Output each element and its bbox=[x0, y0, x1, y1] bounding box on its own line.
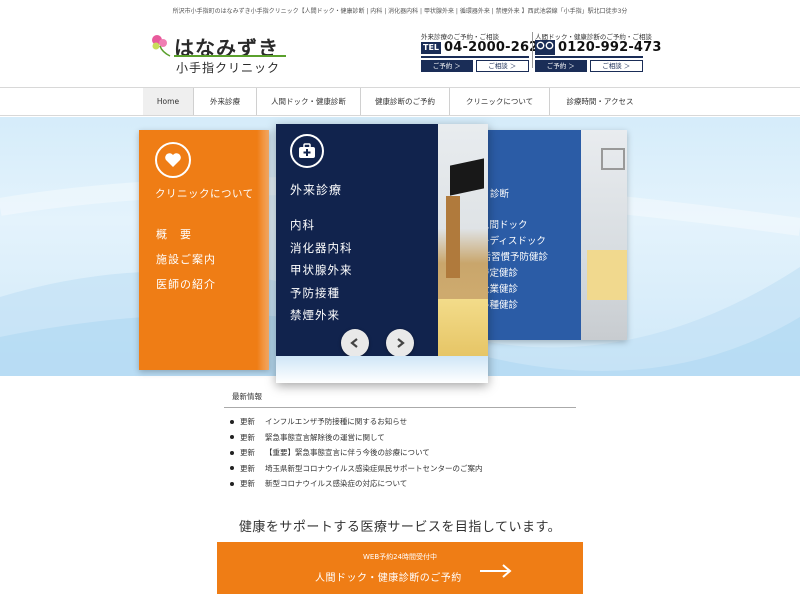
news-link[interactable]: インフルエンザ予防接種に関するお知らせ bbox=[265, 416, 407, 427]
logo-underline bbox=[174, 55, 286, 57]
news-tag: 更新 bbox=[240, 463, 255, 473]
news-link[interactable]: 【重要】緊急事態宣言に伴う今後の診療について bbox=[265, 447, 430, 458]
news-heading: 最新情報 bbox=[224, 388, 576, 408]
web-reservation-label: 人間ドック・健康診断のご予約 bbox=[315, 573, 462, 584]
checkup-phone-number[interactable]: 0120-992-473 bbox=[558, 40, 662, 55]
bullet-icon bbox=[230, 481, 234, 486]
news-item[interactable]: 更新 新型コロナウイルス感染症の対応について bbox=[224, 476, 576, 492]
nav-item-outpatient[interactable]: 外来診療 bbox=[194, 88, 257, 115]
medical-bag-icon bbox=[290, 134, 324, 168]
chevron-left-icon bbox=[350, 338, 358, 348]
slide-outpatient[interactable]: 外来診療 内科 消化器内科 甲状腺外来 予防接種 禁煙外来 bbox=[276, 124, 488, 383]
nav-item-home[interactable]: Home bbox=[143, 88, 194, 115]
outpatient-contact: 外来診療のご予約・ご相談 TEL 04-2000-2621 ご予約 ＞ ご相談 … bbox=[421, 31, 547, 72]
checkup-item[interactable]: 人間ドック bbox=[484, 217, 580, 233]
dept-smoking-cessation-link[interactable]: 禁煙外来 bbox=[290, 307, 353, 330]
slide-clinic-info-title: クリニックについて bbox=[155, 188, 254, 200]
checkup-room-photo bbox=[581, 130, 627, 340]
heart-icon bbox=[155, 142, 191, 178]
checkup-contact: 人間ドック・健康診断のご予約・ご相談 0120-992-473 ご予約 ＞ ご相… bbox=[535, 31, 661, 72]
news-link[interactable]: 緊急事態宣言解除後の運営に関して bbox=[265, 432, 385, 443]
slide-checkup[interactable]: 診断 人間ドック レディスドック 生活習慣予防健診 特定健診 企業健診 各種健診 bbox=[484, 130, 627, 340]
clinic-overview-link[interactable]: 概 要 bbox=[156, 226, 216, 251]
bullet-icon bbox=[230, 450, 234, 455]
slide-checkup-title: 診断 bbox=[490, 189, 510, 200]
bullet-icon bbox=[230, 419, 234, 424]
logo-name-sub: 小手指クリニック bbox=[176, 61, 281, 75]
checkup-item[interactable]: 特定健診 bbox=[484, 265, 580, 281]
bullet-icon bbox=[230, 466, 234, 471]
carousel-prev-button[interactable] bbox=[341, 329, 369, 357]
carousel-next-button[interactable] bbox=[386, 329, 414, 357]
slide-outpatient-title: 外来診療 bbox=[290, 183, 343, 197]
slide-clinic-info[interactable]: クリニックについて 概 要 施設ご案内 医師の紹介 bbox=[139, 130, 269, 370]
dept-thyroid-link[interactable]: 甲状腺外来 bbox=[290, 262, 353, 285]
freedial-badge-icon bbox=[535, 40, 555, 55]
panel-fade bbox=[257, 130, 269, 370]
contact-separator bbox=[532, 32, 533, 68]
arrow-right-icon bbox=[480, 564, 512, 578]
news-item[interactable]: 更新 【重要】緊急事態宣言に伴う今後の診療について bbox=[224, 445, 576, 461]
nav-item-hours-access[interactable]: 診療時間・アクセス bbox=[550, 88, 650, 115]
news-item[interactable]: 更新 インフルエンザ予防接種に関するお知らせ bbox=[224, 414, 576, 430]
chevron-right-icon bbox=[397, 338, 405, 348]
checkup-reserve-button[interactable]: ご予約 ＞ bbox=[535, 60, 587, 72]
doctor-intro-link[interactable]: 医師の紹介 bbox=[156, 276, 216, 301]
web-reservation-note: WEB予約24時間受付中 bbox=[362, 553, 438, 561]
contact-divider bbox=[535, 56, 643, 58]
news-section: 最新情報 更新 インフルエンザ予防接種に関するお知らせ 更新 緊急事態宣言解除後の運… bbox=[224, 388, 576, 492]
news-link[interactable]: 新型コロナウイルス感染症の対応について bbox=[265, 478, 407, 489]
news-link[interactable]: 埼玉県新型コロナウイルス感染症県民サポートセンターのご案内 bbox=[265, 463, 483, 474]
nav-item-reservation[interactable]: 健康診断のご予約 bbox=[361, 88, 450, 115]
checkup-item[interactable]: 生活習慣予防健診 bbox=[484, 249, 580, 265]
news-item[interactable]: 更新 埼玉県新型コロナウイルス感染症県民サポートセンターのご案内 bbox=[224, 461, 576, 477]
tel-badge-icon: TEL bbox=[421, 41, 442, 54]
site-logo[interactable]: はなみずき 小手指クリニック bbox=[148, 28, 288, 75]
news-tag: 更新 bbox=[240, 432, 255, 442]
panel-reflection bbox=[276, 356, 488, 383]
outpatient-contact-label: 外来診療のご予約・ご相談 bbox=[421, 33, 499, 41]
checkup-contact-label: 人間ドック・健康診断のご予約・ご相談 bbox=[535, 33, 652, 41]
dept-internal-medicine-link[interactable]: 内科 bbox=[290, 217, 353, 240]
dept-gastro-link[interactable]: 消化器内科 bbox=[290, 240, 353, 263]
mission-tagline: 健康をサポートする医療サービスを目指しています。 bbox=[238, 520, 562, 535]
exam-room-photo bbox=[438, 124, 488, 356]
outpatient-reserve-button[interactable]: ご予約 ＞ bbox=[421, 60, 473, 72]
checkup-item[interactable]: 企業健診 bbox=[484, 281, 580, 297]
contact-divider bbox=[421, 56, 529, 58]
bullet-icon bbox=[230, 435, 234, 440]
flower-logo-icon bbox=[152, 35, 171, 57]
checkup-item[interactable]: 各種健診 bbox=[484, 297, 580, 313]
news-item[interactable]: 更新 緊急事態宣言解除後の運営に関して bbox=[224, 430, 576, 446]
news-tag: 更新 bbox=[240, 417, 255, 427]
checkup-consult-button[interactable]: ご相談 ＞ bbox=[589, 60, 643, 72]
dept-vaccination-link[interactable]: 予防接種 bbox=[290, 285, 353, 308]
checkup-item[interactable]: レディスドック bbox=[484, 233, 580, 249]
news-tag: 更新 bbox=[240, 448, 255, 458]
main-nav: Home 外来診療 人間ドック・健康診断 健康診断のご予約 クリニックについて … bbox=[143, 88, 650, 115]
outpatient-consult-button[interactable]: ご相談 ＞ bbox=[475, 60, 529, 72]
nav-item-checkup[interactable]: 人間ドック・健康診断 bbox=[257, 88, 361, 115]
web-reservation-button[interactable]: WEB予約24時間受付中 人間ドック・健康診断のご予約 bbox=[217, 542, 583, 594]
facility-guide-link[interactable]: 施設ご案内 bbox=[156, 251, 216, 276]
nav-item-about-clinic[interactable]: クリニックについて bbox=[450, 88, 550, 115]
main-nav-bar: Home 外来診療 人間ドック・健康診断 健康診断のご予約 クリニックについて … bbox=[0, 87, 800, 116]
site-tagline-top: 所沢市小手指町のはなみずき小手指クリニック【人間ドック・健康診断 | 内科 | … bbox=[172, 8, 628, 15]
news-tag: 更新 bbox=[240, 479, 255, 489]
